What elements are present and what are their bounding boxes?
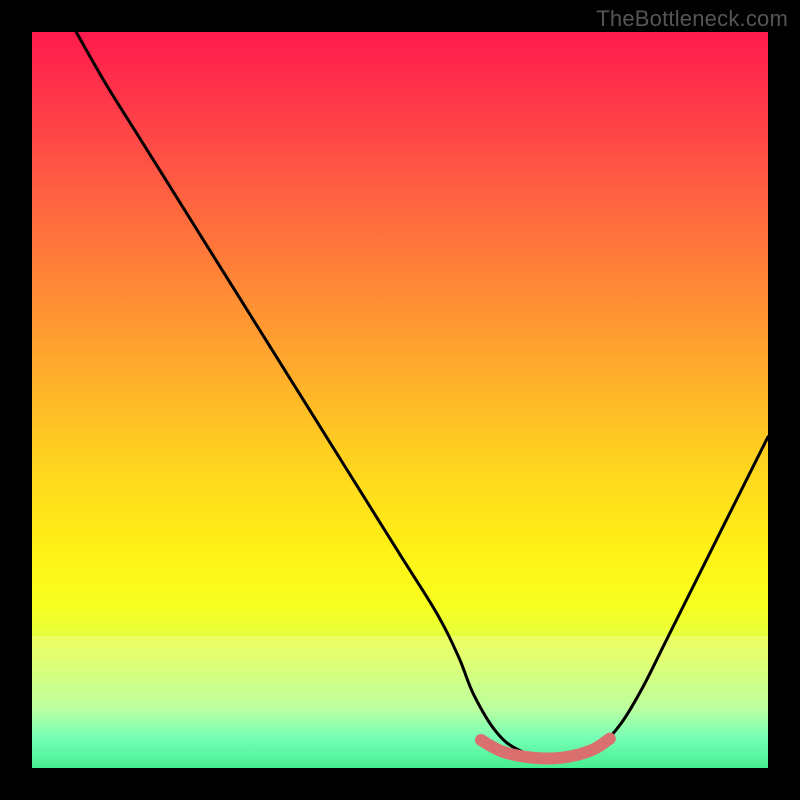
chart-frame: TheBottleneck.com	[0, 0, 800, 800]
watermark-text: TheBottleneck.com	[596, 6, 788, 32]
valley-highlight	[481, 739, 610, 759]
curve-layer	[32, 32, 768, 768]
bottleneck-curve	[76, 32, 768, 760]
plot-area	[32, 32, 768, 768]
